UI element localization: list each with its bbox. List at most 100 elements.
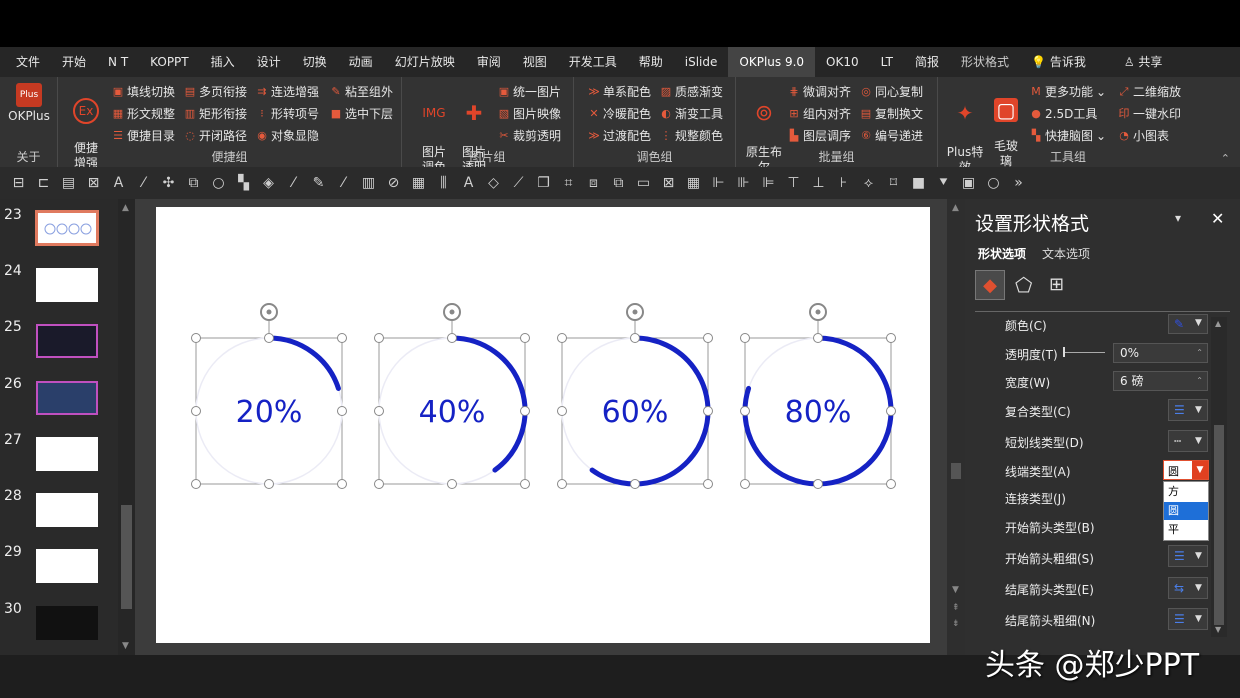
picture-mirror-button[interactable]: ▧ 图片映像 [498, 105, 561, 122]
rect-link-button[interactable]: ▥ 矩形衔接 [184, 105, 247, 122]
scroll-thumb[interactable] [951, 463, 961, 479]
close-icon[interactable]: ✕ [1211, 209, 1224, 228]
scroll-up-icon[interactable]: ▲ [122, 203, 129, 213]
frame-icon[interactable]: ⌑ [881, 175, 906, 191]
group-align-button[interactable]: ⊞ 组内对齐 [788, 105, 851, 122]
dropdown-icon[interactable]: ▼ [1192, 461, 1208, 479]
cap-option-round[interactable]: 圆 [1164, 502, 1208, 520]
group-icon[interactable]: ⧈ [581, 175, 606, 191]
canvas-scrollbar[interactable]: ▲ ▼ ⇞ ⇟ [947, 199, 965, 655]
brush-icon[interactable]: ⟋ [506, 175, 531, 191]
fill-block-icon[interactable]: ▚ [231, 175, 256, 191]
scroll-thumb[interactable] [1214, 425, 1224, 625]
white-square-icon[interactable]: ■ [906, 175, 931, 191]
object-visibility-button[interactable]: ◉ 对象显隐 [256, 127, 319, 144]
concentric-copy-button[interactable]: ◎ 同心复制 [860, 83, 923, 100]
align-left-icon[interactable]: ⊩ [706, 175, 731, 191]
number-increment-button[interactable]: ⑥ 编号递进 [860, 127, 923, 144]
copy-replace-text-button[interactable]: ▤ 复制换文 [860, 105, 923, 122]
quick-toc-button[interactable]: ☰ 便捷目录 [112, 127, 175, 144]
dropper-icon[interactable]: ⁄ [331, 175, 356, 191]
tab-shape-format[interactable]: 形状格式 [950, 47, 1020, 77]
columns-icon[interactable]: ⫼ [431, 175, 456, 191]
scroll-thumb[interactable] [121, 505, 132, 609]
tab-review[interactable]: 审阅 [466, 47, 512, 77]
slide-thumbnail-24[interactable] [36, 268, 98, 302]
fine-align-button[interactable]: ⋕ 微调对齐 [788, 83, 851, 100]
collapse-ribbon-icon[interactable]: ⌃ [1221, 152, 1230, 165]
paste-outside-group-button[interactable]: ✎ 粘至组外 [330, 83, 393, 100]
next-slide-icon[interactable]: ⇟ [952, 619, 960, 629]
mindmap-button[interactable]: ▚ 快捷脑图 ⌄ [1030, 127, 1106, 144]
tab-slideshow[interactable]: 幻灯片放映 [384, 47, 466, 77]
thumbnail-scrollbar[interactable]: ▲ ▼ [118, 199, 135, 655]
lasso-icon[interactable]: ⟡ [856, 175, 881, 191]
crop-icon[interactable]: ⌗ [556, 175, 581, 191]
align-center-icon[interactable]: ⊪ [731, 175, 756, 191]
mini-chart-button[interactable]: ◔ 小图表 [1118, 127, 1169, 144]
select-lower-layer-button[interactable]: ■ 选中下层 [330, 105, 393, 122]
distribute-icon[interactable]: ⊏ [31, 175, 56, 191]
tab-text-options[interactable]: 文本选项 [1042, 245, 1090, 262]
text-a-icon[interactable]: A [456, 175, 481, 191]
copy-icon[interactable]: ❐ [531, 175, 556, 191]
ellipse-icon[interactable]: ○ [981, 175, 1006, 191]
texture-gradient-button[interactable]: ▨ 质感渐变 [660, 83, 723, 100]
tab-home[interactable]: 开始 [51, 47, 97, 77]
tab-design[interactable]: 设计 [246, 47, 292, 77]
multipage-link-button[interactable]: ▤ 多页衔接 [184, 83, 247, 100]
gradient-tool-button[interactable]: ◐ 渐变工具 [660, 105, 723, 122]
more-icon[interactable]: » [1006, 175, 1031, 191]
tab-help[interactable]: 帮助 [628, 47, 674, 77]
tab-developer[interactable]: 开发工具 [558, 47, 628, 77]
end-arrow-type-button[interactable]: ⇆ ▼ [1168, 577, 1208, 599]
tab-insert[interactable]: 插入 [200, 47, 246, 77]
tab-view[interactable]: 视图 [512, 47, 558, 77]
shape-x-icon[interactable]: ⊠ [81, 175, 106, 191]
circle-icon[interactable]: ○ [206, 175, 231, 191]
card-icon[interactable]: ▭ [631, 175, 656, 191]
tab-nt[interactable]: N T [97, 47, 139, 77]
slide-thumbnail-29[interactable] [36, 549, 98, 583]
crop-transparent-button[interactable]: ✂ 裁剪透明 [498, 127, 561, 144]
warm-cool-color-button[interactable]: ✕ 冷暖配色 [588, 105, 651, 122]
scroll-up-icon[interactable]: ▲ [1215, 319, 1221, 328]
select-enhance-button[interactable]: ⇉ 连选增强 [256, 83, 319, 100]
shape-combine-icon[interactable]: ◇ [481, 175, 506, 191]
scroll-down-icon[interactable]: ▼ [122, 641, 129, 651]
transparency-slider[interactable] [1065, 352, 1105, 353]
end-arrow-size-button[interactable]: ☰ ▼ [1168, 608, 1208, 630]
transition-color-button[interactable]: ≫ 过渡配色 [588, 127, 651, 144]
tab-brief[interactable]: 简报 [904, 47, 950, 77]
align-top-icon[interactable]: ⊤ [781, 175, 806, 191]
cap-type-select[interactable]: 圆 ▼ [1163, 460, 1209, 480]
scroll-down-icon[interactable]: ▼ [1215, 625, 1221, 634]
width-input[interactable]: 6 磅⌃⌄ [1113, 371, 1208, 403]
slide-thumbnail-27[interactable] [36, 437, 98, 471]
tab-ok10[interactable]: OK10 [815, 47, 870, 77]
color-picker-button[interactable]: ✎ ▼ [1168, 314, 1208, 334]
eyedropper-icon[interactable]: ⁄ [131, 175, 156, 191]
table-icon[interactable]: ▦ [681, 175, 706, 191]
crosshair-icon[interactable]: ✣ [156, 175, 181, 191]
slide[interactable]: 20% 40% 60% 80% [156, 207, 930, 643]
pipette-icon[interactable]: ⁄ [281, 175, 306, 191]
tab-transitions[interactable]: 切换 [292, 47, 338, 77]
cap-option-flat[interactable]: 平 [1164, 521, 1208, 539]
shape-text-align-button[interactable]: ▦ 形文规整 [112, 105, 175, 122]
shape-to-bullet-button[interactable]: ⁝ 形转项号 [256, 105, 319, 122]
rotate-icon[interactable]: ⊘ [381, 175, 406, 191]
2-5d-tool-button[interactable]: ● 2.5D工具 [1030, 105, 1097, 122]
scroll-down-icon[interactable]: ▼ [952, 585, 959, 595]
panel-scrollbar[interactable]: ▲ ▼ [1211, 317, 1227, 637]
slide-thumbnail-25[interactable] [36, 324, 98, 358]
tab-file[interactable]: 文件 [0, 47, 51, 77]
tab-lt[interactable]: LT [870, 47, 904, 77]
fill-line-icon[interactable]: ◆ [975, 270, 1005, 300]
normalize-color-button[interactable]: ⋮ 规整颜色 [660, 127, 724, 144]
scroll-up-icon[interactable]: ▲ [952, 203, 959, 213]
size-properties-icon[interactable]: ⊞ [1049, 274, 1064, 295]
form-icon[interactable]: ▦ [406, 175, 431, 191]
tab-okplus[interactable]: OKPlus 9.0 [728, 47, 816, 77]
compound-type-button[interactable]: ☰ ▼ [1168, 399, 1208, 421]
